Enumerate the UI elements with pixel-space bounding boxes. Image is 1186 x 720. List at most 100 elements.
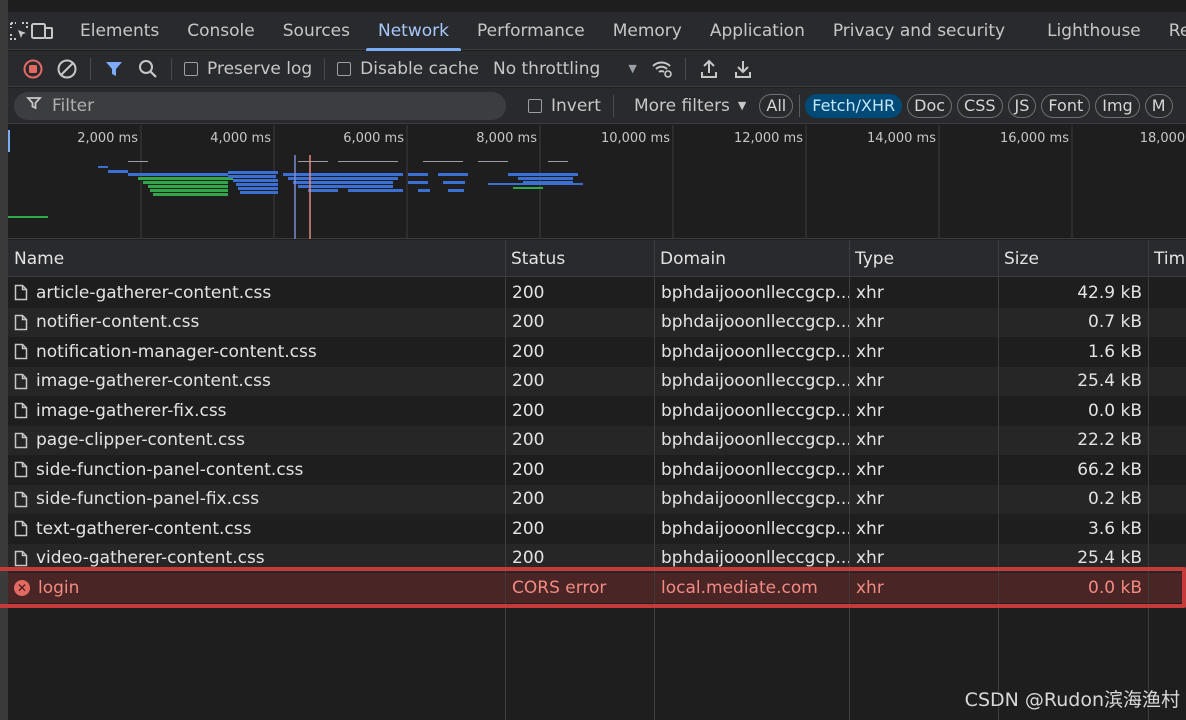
column-domain[interactable]: Domain [654, 240, 849, 277]
table-row[interactable]: page-clipper-content.css 200 bphdaijooonll… [8, 425, 1186, 456]
overview-activity-bar [238, 187, 278, 190]
filter-chip-doc[interactable]: Doc [907, 93, 953, 118]
request-name: side-function-panel-content.css [14, 455, 506, 485]
document-icon [14, 491, 28, 507]
column-divider [998, 240, 999, 720]
request-size: 25.4 kB [1077, 371, 1142, 392]
throttling-select[interactable]: No throttling ▼ [485, 59, 645, 79]
table-row[interactable]: image-gatherer-content.css 200 bphdaijooon… [8, 366, 1186, 396]
filter-chip-js[interactable]: JS [1007, 93, 1037, 118]
table-row[interactable]: notification-manager-content.css 200 bphda… [8, 337, 1186, 367]
table-row[interactable]: side-function-panel-content.css 200 bphdai… [8, 455, 1186, 485]
filter-chip-all[interactable]: All [759, 93, 794, 118]
search-icon[interactable] [131, 52, 165, 86]
column-name[interactable]: Name [8, 240, 505, 277]
overview-activity-bar [443, 181, 465, 184]
table-row[interactable]: article-gatherer-content.css 200 bphdaijoo… [8, 278, 1186, 308]
chip-separator [799, 94, 801, 117]
document-icon [14, 462, 28, 478]
request-type: xhr [856, 548, 884, 569]
export-har-icon[interactable] [726, 52, 760, 86]
invert-label: Invert [551, 95, 601, 116]
checkbox-box[interactable] [184, 61, 198, 76]
overview-tick-label: 14,000 ms [866, 131, 936, 146]
table-body: article-gatherer-content.css 200 bphdaijoo… [8, 278, 1186, 603]
filter-funnel-icon[interactable] [97, 52, 131, 86]
tab-re[interactable]: Re [1155, 12, 1186, 50]
overview-activity-bar [518, 177, 573, 180]
document-icon [14, 373, 28, 389]
devtools-tabbar: Elements Console Sources Network Performance… [8, 12, 1186, 51]
overview-selection-handle[interactable] [8, 130, 10, 152]
import-har-icon[interactable] [692, 52, 726, 86]
request-name-text: image-gatherer-fix.css [36, 400, 227, 421]
invert-checkbox[interactable]: Invert [522, 89, 607, 123]
overview-activity-bar [293, 181, 393, 184]
filter-chip-css[interactable]: CSS [957, 93, 1003, 118]
request-type: xhr [856, 341, 884, 362]
more-filters-dropdown[interactable]: More filters ▼ [620, 96, 754, 116]
tab-console[interactable]: Console [173, 12, 269, 50]
table-row[interactable]: video-gatherer-content.css 200 bphdaijooon… [8, 543, 1186, 573]
overview-activity-bar [153, 193, 228, 196]
error-icon: ✕ [14, 579, 30, 596]
checkbox-box[interactable] [337, 61, 352, 76]
overview-activity-bar [548, 161, 568, 162]
table-row-error[interactable]: ✕ login CORS error local.mediate.com xhr 0.0 … [8, 573, 1186, 603]
request-domain: bphdaijooonlleccgcp... [661, 548, 849, 569]
filter-chip-fetchxhr[interactable]: Fetch/XHR [805, 93, 903, 118]
disable-cache-checkbox[interactable]: Disable cache [331, 52, 485, 86]
filter-chip-font[interactable]: Font [1041, 93, 1091, 118]
top-strip [8, 0, 1186, 12]
tab-memory[interactable]: Memory [599, 12, 696, 50]
request-name-text: side-function-panel-content.css [36, 459, 304, 480]
column-time[interactable]: Tim [1148, 240, 1186, 277]
stop-recording-icon[interactable] [16, 52, 50, 86]
request-name: side-function-panel-fix.css [14, 485, 506, 515]
tab-sources[interactable]: Sources [269, 12, 364, 50]
overview-activity-bar [288, 177, 398, 180]
request-name: page-clipper-content.css [14, 426, 506, 456]
request-status: 200 [512, 400, 545, 421]
filter-chip-img[interactable]: Img [1095, 93, 1140, 118]
tab-performance[interactable]: Performance [463, 12, 599, 50]
request-status: 200 [512, 430, 545, 451]
overview-activity-bar [143, 181, 228, 184]
tab-privacy-and-security[interactable]: Privacy and security [819, 12, 1019, 50]
overview-activity-bar [478, 161, 508, 162]
checkbox-box[interactable] [528, 98, 542, 113]
filter-input[interactable]: Filter [14, 91, 506, 120]
column-type[interactable]: Type [849, 240, 998, 277]
overview-activity-bar [128, 161, 148, 162]
request-size: 25.4 kB [1077, 548, 1142, 569]
overview-activity-bar [308, 189, 338, 192]
overview-activity-bar [508, 173, 578, 176]
table-row[interactable]: text-gatherer-content.css 200 bphdaijooonl… [8, 514, 1186, 544]
column-size[interactable]: Size [998, 240, 1148, 277]
filter-chip-m[interactable]: M [1144, 93, 1173, 118]
tab-application[interactable]: Application [696, 12, 819, 50]
overview-activity-bar [348, 189, 403, 192]
tab-elements[interactable]: Elements [66, 12, 173, 50]
table-row[interactable]: image-gatherer-fix.css 200 bphdaijooonllec… [8, 396, 1186, 426]
request-name: text-gatherer-content.css [14, 514, 506, 544]
request-size: 42.9 kB [1077, 282, 1142, 303]
preserve-log-checkbox[interactable]: Preserve log [178, 52, 318, 86]
device-toolbar-icon[interactable] [30, 12, 54, 50]
network-conditions-icon[interactable] [645, 52, 679, 86]
tab-network[interactable]: Network [364, 12, 463, 51]
table-row[interactable]: notifier-content.css 200 bphdaijooonlleccg… [8, 307, 1186, 337]
overview-activity-bar [423, 161, 463, 162]
network-overview: 2,000 ms 4,000 ms 6,000 ms 8,000 ms 10,000 m… [8, 125, 1186, 239]
resource-type-filters: All Fetch/XHR Doc CSS JS Font Img M [754, 93, 1173, 118]
left-edge [0, 0, 8, 720]
request-domain: bphdaijooonlleccgcp... [661, 282, 849, 303]
request-type: xhr [856, 371, 884, 392]
overview-activity-bar [523, 181, 573, 184]
overview-activity-bar [298, 185, 393, 188]
tab-lighthouse[interactable]: Lighthouse [1033, 12, 1155, 50]
inspect-element-icon[interactable] [8, 12, 30, 50]
column-status[interactable]: Status [505, 240, 654, 277]
clear-icon[interactable] [50, 52, 84, 86]
table-row[interactable]: side-function-panel-fix.css 200 bphdaijooo… [8, 484, 1186, 515]
